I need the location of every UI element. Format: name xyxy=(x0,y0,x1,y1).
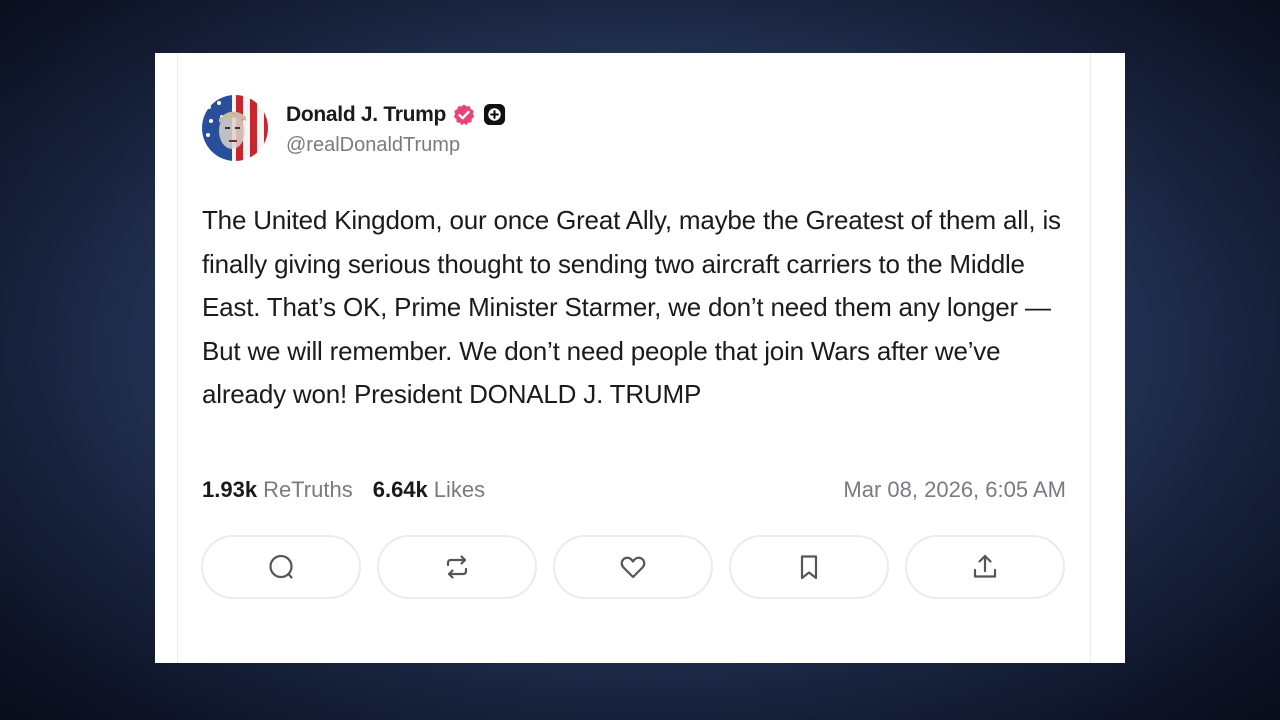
share-icon xyxy=(973,554,997,578)
retruths-label[interactable]: ReTruths xyxy=(263,477,353,503)
author-block: Donald J. Trump @realDonaldTrump xyxy=(286,100,506,157)
likes-count[interactable]: 6.64k xyxy=(373,477,428,503)
reply-button[interactable] xyxy=(201,535,361,599)
retruth-icon xyxy=(446,555,468,579)
card-border-right xyxy=(1090,53,1091,663)
reply-icon xyxy=(269,554,293,579)
display-name[interactable]: Donald J. Trump xyxy=(286,103,446,127)
likes-label[interactable]: Likes xyxy=(434,477,485,503)
post-timestamp[interactable]: Mar 08, 2026, 6:05 AM xyxy=(843,477,1066,503)
retruth-button[interactable] xyxy=(377,535,537,599)
user-handle[interactable]: @realDonaldTrump xyxy=(286,134,506,157)
share-button[interactable] xyxy=(905,535,1065,599)
avatar[interactable] xyxy=(202,95,268,161)
post-card: Donald J. Trump @realDonaldTrump The Uni… xyxy=(155,53,1125,663)
avatar-image xyxy=(202,95,268,161)
verified-badge-icon xyxy=(453,104,475,125)
plus-badge-icon xyxy=(483,103,506,126)
card-border-left xyxy=(177,53,178,663)
like-button[interactable] xyxy=(553,535,713,599)
post-text: The United Kingdom, our once Great Ally,… xyxy=(202,205,1061,410)
like-icon xyxy=(620,556,646,579)
action-bar xyxy=(201,535,1081,599)
retruths-count[interactable]: 1.93k xyxy=(202,477,257,503)
post-header: Donald J. Trump @realDonaldTrump xyxy=(202,95,506,161)
post-stats: 1.93k ReTruths 6.64k Likes Mar 08, 2026,… xyxy=(202,477,1066,503)
name-row: Donald J. Trump xyxy=(286,100,506,130)
bookmark-icon xyxy=(800,555,818,580)
bookmark-button[interactable] xyxy=(729,535,889,599)
